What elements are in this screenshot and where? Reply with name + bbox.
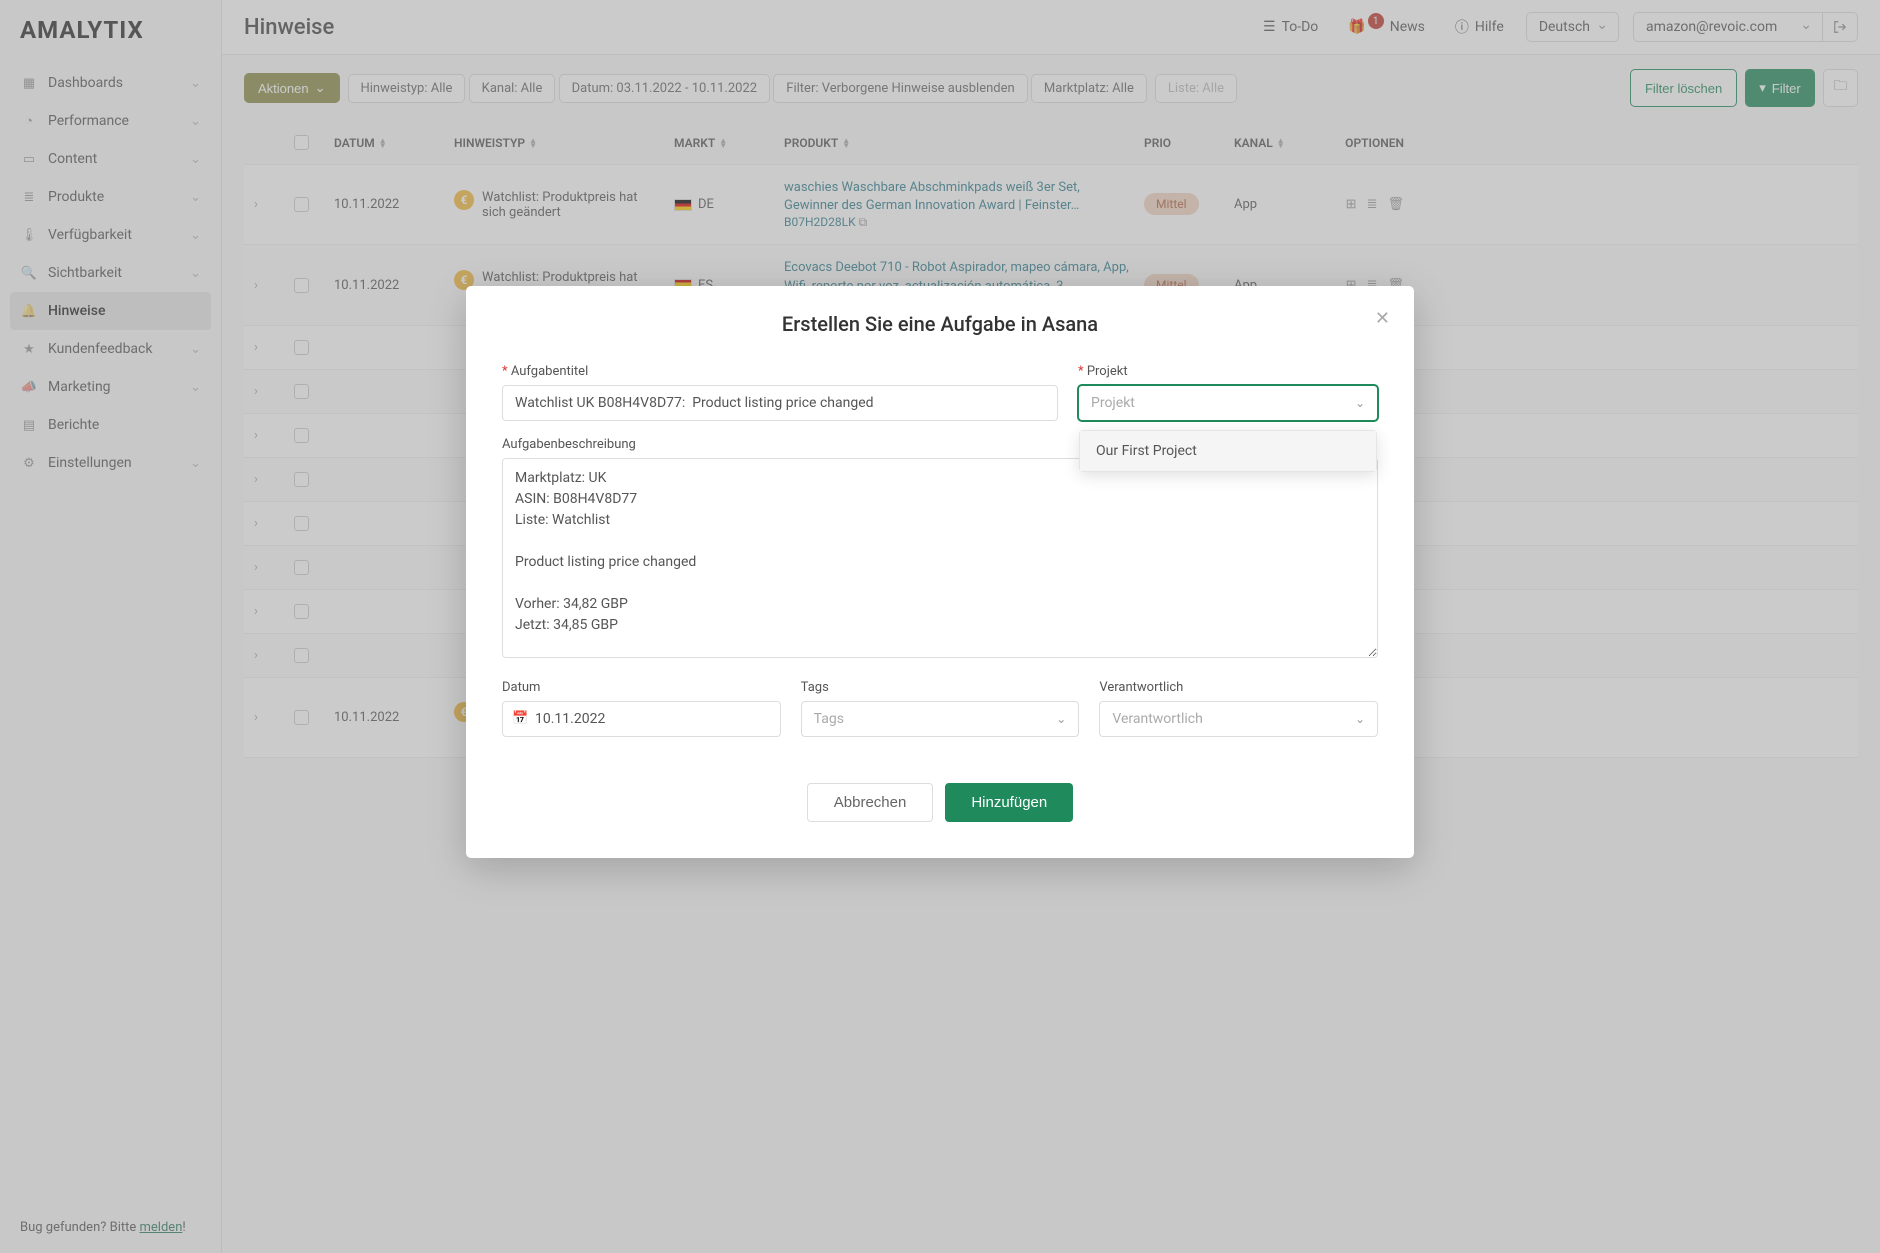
date-input[interactable] (502, 701, 781, 737)
submit-button[interactable]: Hinzufügen (945, 783, 1073, 822)
assignee-select[interactable]: Verantwortlich ⌄ (1099, 701, 1378, 737)
calendar-icon: 📅 (512, 711, 528, 726)
assignee-label: Verantwortlich (1099, 680, 1378, 695)
close-icon: ✕ (1375, 308, 1390, 329)
tags-label: Tags (801, 680, 1080, 695)
chevron-down-icon: ⌄ (1355, 712, 1365, 726)
chevron-down-icon: ⌄ (1056, 712, 1066, 726)
project-select[interactable]: Projekt ⌄ Our First Project (1078, 385, 1378, 421)
close-button[interactable]: ✕ (1375, 308, 1390, 329)
project-label: Projekt (1078, 364, 1378, 379)
modal-overlay[interactable]: ✕ Erstellen Sie eine Aufgabe in Asana Au… (0, 0, 1880, 1253)
task-title-input[interactable] (502, 385, 1058, 421)
date-label: Datum (502, 680, 781, 695)
modal-title: Erstellen Sie eine Aufgabe in Asana (502, 312, 1378, 336)
tags-placeholder: Tags (814, 711, 844, 727)
tags-select[interactable]: Tags ⌄ (801, 701, 1080, 737)
description-textarea[interactable] (502, 458, 1378, 658)
project-placeholder: Projekt (1091, 395, 1135, 411)
asana-modal: ✕ Erstellen Sie eine Aufgabe in Asana Au… (466, 286, 1414, 858)
cancel-button[interactable]: Abbrechen (807, 783, 934, 822)
project-dropdown: Our First Project (1079, 430, 1377, 472)
task-title-label: Aufgabentitel (502, 364, 1058, 379)
chevron-down-icon: ⌄ (1355, 396, 1365, 410)
assignee-placeholder: Verantwortlich (1112, 711, 1202, 727)
project-option[interactable]: Our First Project (1080, 431, 1376, 471)
